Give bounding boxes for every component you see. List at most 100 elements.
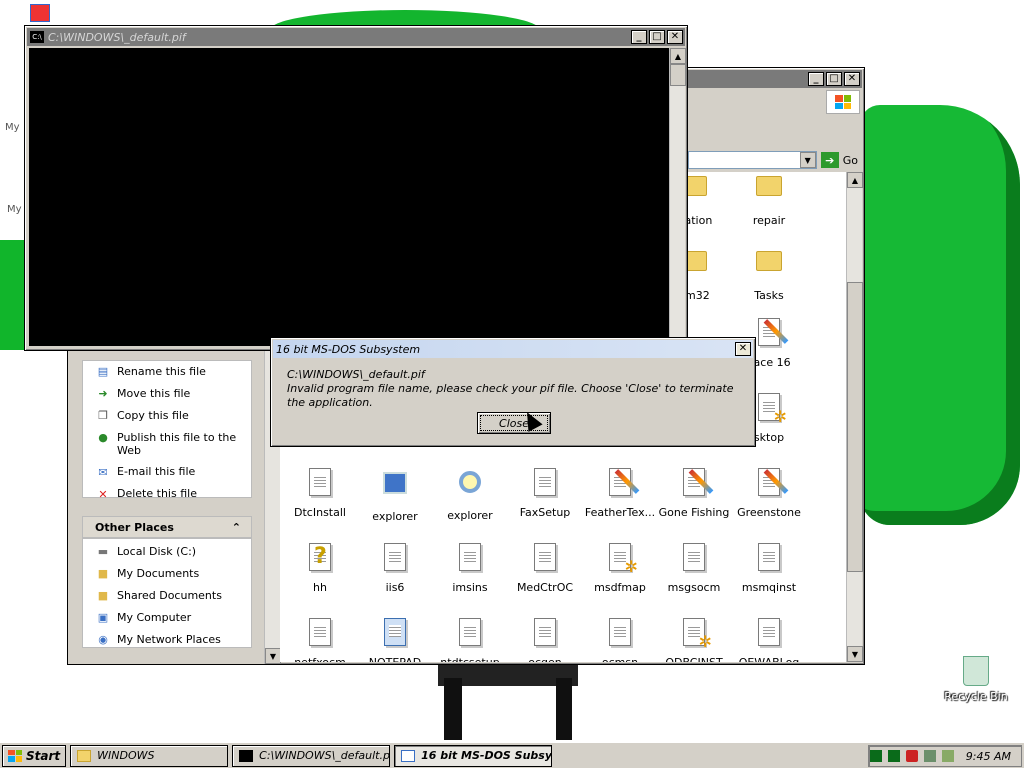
place-my-network[interactable]: ◉ My Network Places — [83, 629, 251, 651]
computer-icon: ▣ — [97, 611, 109, 625]
delete-icon: ✕ — [98, 487, 108, 501]
scrollbar-thumb[interactable] — [670, 64, 686, 86]
scroll-down-icon[interactable]: ▼ — [265, 648, 281, 664]
file-label: Tasks — [754, 289, 784, 302]
file-item[interactable]: ocgen — [505, 618, 585, 662]
move-icon: ➜ — [98, 387, 108, 401]
file-label: FeatherTex... — [584, 506, 656, 519]
file-item[interactable]: Tasks — [729, 243, 809, 302]
desktop-app-icon[interactable] — [30, 4, 50, 22]
maximize-icon[interactable]: □ — [649, 30, 665, 44]
other-places-header[interactable]: Other Places ⌃ — [82, 516, 252, 538]
file-item[interactable]: ODBCINST — [654, 618, 734, 662]
taskbar-item-dialog[interactable]: 16 bit MS-DOS Subsys... — [394, 744, 553, 767]
publish-icon: ● — [98, 431, 108, 445]
network-status-icon[interactable] — [869, 750, 882, 762]
dialog-path: C:\WINDOWS\_default.pif — [287, 368, 425, 381]
document-icon — [754, 543, 784, 575]
dos-titlebar[interactable]: C:\ C:\WINDOWS\_default.pif _ □ ✕ — [27, 28, 685, 46]
file-item[interactable]: MedCtrOC — [505, 543, 585, 594]
dropdown-arrow-icon[interactable]: ▼ — [799, 152, 816, 168]
task-email-file[interactable]: ✉ E-mail this file — [83, 461, 251, 483]
place-my-documents[interactable]: ■ My Documents — [83, 563, 251, 585]
address-bar: ▼ ➔ Go — [688, 150, 858, 170]
console-output[interactable] — [29, 48, 669, 346]
file-label: ODBCINST — [654, 656, 734, 662]
file-item[interactable]: msmqinst — [729, 543, 809, 594]
file-item[interactable]: hh — [280, 543, 360, 594]
console-icon — [239, 749, 254, 762]
other-places-panel: ▬ Local Disk (C:) ■ My Documents ■ Share… — [82, 538, 252, 648]
copy-icon: ❐ — [98, 409, 108, 423]
minimize-icon[interactable]: _ — [808, 72, 824, 86]
file-item[interactable]: FeatherTex... — [580, 468, 660, 519]
go-arrow-icon: ➔ — [820, 152, 839, 168]
collapse-chevron-icon[interactable]: ⌃ — [232, 521, 241, 534]
file-label: ntdtcsetup — [430, 656, 510, 662]
tray-app-icon[interactable] — [923, 750, 936, 762]
minimize-icon[interactable]: _ — [631, 30, 647, 44]
file-item[interactable]: msdfmap — [580, 543, 660, 594]
file-item[interactable]: DtcInstall — [280, 468, 360, 519]
address-input[interactable]: ▼ — [688, 151, 817, 169]
file-tasks-panel: ▤ Rename this file ➜ Move this file ❐ Co… — [82, 360, 252, 501]
file-item[interactable]: NOTEPAD — [355, 618, 435, 662]
task-rename-file[interactable]: ▤ Rename this file — [83, 361, 251, 383]
taskbar-item-dos[interactable]: C:\WINDOWS\_default.pif — [232, 744, 391, 767]
file-item[interactable]: repair — [729, 172, 809, 227]
security-shield-icon[interactable] — [905, 750, 918, 762]
task-copy-file[interactable]: ❐ Copy this file — [83, 405, 251, 427]
document-icon — [530, 618, 560, 650]
clock[interactable]: 9:45 AM — [966, 750, 1011, 763]
file-item[interactable]: imsins — [430, 543, 510, 594]
settings-file-icon — [754, 393, 787, 426]
dialog-text: Invalid program file name, please check … — [287, 382, 734, 409]
dos-window: C:\ C:\WINDOWS\_default.pif _ □ ✕ ▲ — [24, 25, 688, 351]
scroll-up-icon[interactable]: ▲ — [670, 48, 686, 64]
file-item[interactable]: ntdtcsetup — [430, 618, 510, 662]
recycle-bin[interactable]: Recycle Bin — [944, 656, 1008, 703]
file-item[interactable]: Greenstone — [729, 468, 809, 519]
file-label: explorer — [447, 509, 493, 522]
task-publish-file[interactable]: ● Publish this file to the Web — [83, 427, 251, 461]
close-icon[interactable]: ✕ — [735, 342, 751, 356]
taskbar-item-windows[interactable]: WINDOWS — [70, 744, 229, 767]
file-item[interactable]: msgsocm — [654, 543, 734, 594]
file-item[interactable]: OEWABLog — [729, 618, 809, 662]
dialog-titlebar[interactable]: 16 bit MS-DOS Subsystem ✕ — [273, 340, 753, 358]
file-list-scrollbar[interactable]: ▲ ▼ — [846, 172, 863, 662]
start-button[interactable]: Start — [2, 744, 67, 767]
file-item[interactable]: explorer — [355, 468, 435, 523]
place-shared-documents[interactable]: ■ Shared Documents — [83, 585, 251, 607]
file-label: msdfmap — [594, 581, 646, 594]
file-item[interactable]: ocmsn — [580, 618, 660, 662]
file-label: netfxocm — [280, 656, 360, 662]
document-icon — [455, 543, 485, 575]
file-item[interactable]: Gone Fishing — [654, 468, 734, 519]
close-icon[interactable]: ✕ — [844, 72, 860, 86]
windows-flag-icon — [8, 749, 22, 762]
taskbar: Start WINDOWS C:\WINDOWS\_default.pif 16… — [0, 742, 1024, 768]
maximize-icon[interactable]: □ — [826, 72, 842, 86]
desktop-icon-label[interactable]: My — [7, 204, 22, 215]
document-icon — [530, 543, 560, 575]
console-scrollbar[interactable]: ▲ — [669, 48, 686, 346]
rename-icon: ▤ — [97, 365, 109, 379]
place-my-computer[interactable]: ▣ My Computer — [83, 607, 251, 629]
file-item[interactable]: explorer — [430, 468, 510, 522]
file-item[interactable]: iis6 — [355, 543, 435, 594]
scrollbar-thumb[interactable] — [847, 282, 863, 572]
scroll-up-icon[interactable]: ▲ — [847, 172, 863, 188]
file-item[interactable]: FaxSetup — [505, 468, 585, 519]
place-local-disk[interactable]: ▬ Local Disk (C:) — [83, 539, 251, 563]
desktop-icon-label[interactable]: My — [5, 122, 20, 133]
task-delete-file[interactable]: ✕ Delete this file — [83, 483, 251, 505]
network-status-icon[interactable] — [887, 750, 900, 762]
scroll-down-icon[interactable]: ▼ — [847, 646, 863, 662]
settings-file-icon — [605, 543, 638, 576]
file-item[interactable]: netfxocm — [280, 618, 360, 662]
task-move-file[interactable]: ➜ Move this file — [83, 383, 251, 405]
go-button[interactable]: ➔ Go — [820, 152, 858, 168]
tray-app-icon[interactable] — [941, 750, 954, 762]
close-icon[interactable]: ✕ — [667, 30, 683, 44]
